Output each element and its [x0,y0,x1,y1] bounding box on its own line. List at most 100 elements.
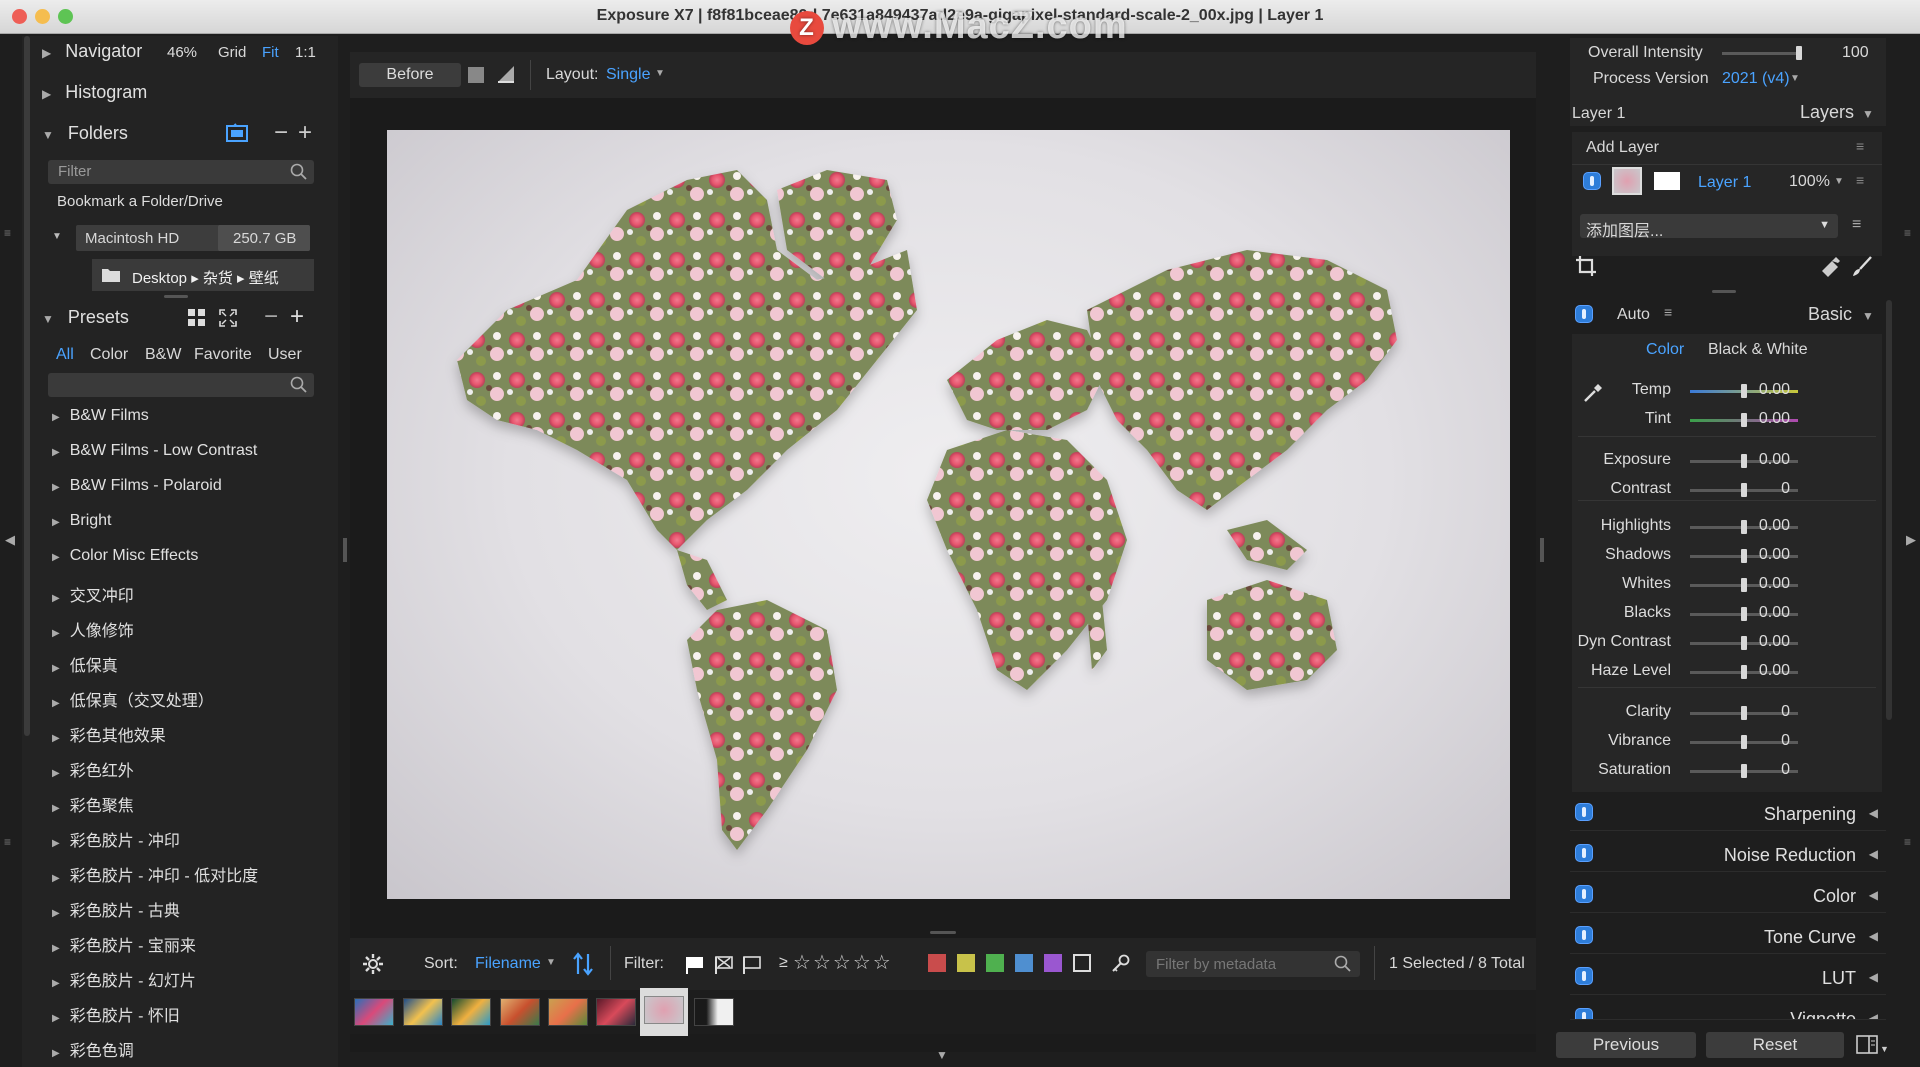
preset-item[interactable]: ▶ 低保真 [52,652,118,676]
star-rating-filter[interactable]: ☆ ☆ ☆ ☆ ☆ [793,950,891,975]
navigator-1to1-button[interactable]: 1:1 [295,44,316,61]
color-label-yellow[interactable] [957,954,975,972]
preset-item[interactable]: ▶ 彩色其他效果 [52,722,166,746]
layer-mask-thumbnail[interactable] [1654,172,1680,190]
color-section[interactable]: Color ◀ [1570,879,1886,913]
add-layer-select[interactable]: 添加图层... ▼ [1580,214,1838,240]
temp-value[interactable]: 0.00 [1730,381,1790,399]
process-version-dropdown[interactable]: 2021 (v4) [1722,70,1790,88]
star-icon[interactable]: ☆ [873,952,891,974]
auto-button[interactable]: Auto [1617,306,1650,324]
add-layer-label[interactable]: Add Layer [1586,139,1659,157]
preset-item[interactable]: ▶ Color Misc Effects [52,547,198,565]
preset-tab-bw[interactable]: B&W [145,346,181,364]
star-icon[interactable]: ☆ [833,952,851,974]
collapse-right-panel-icon[interactable]: ▶ [1906,532,1916,548]
panel-layout-icon[interactable] [1856,1035,1878,1055]
chevron-down-icon[interactable]: ▼ [1880,1044,1889,1054]
preset-item[interactable]: ▶ 彩色胶片 - 幻灯片 [52,967,196,991]
sharpening-enable-toggle[interactable] [1575,803,1593,821]
filmstrip-thumbnail[interactable] [451,998,491,1026]
preset-item[interactable]: ▶ Bright [52,512,112,530]
folders-header[interactable]: ▼ Folders [42,123,128,144]
before-button[interactable]: Before [359,63,461,87]
zoom-window-button[interactable] [58,9,73,24]
presets-header[interactable]: ▼ Presets [42,307,129,328]
dyn-contrast-value[interactable]: 0.00 [1730,633,1790,651]
layers-header[interactable]: Layers [1800,102,1854,123]
add-folder-icon[interactable] [226,123,250,145]
preset-tab-user[interactable]: User [268,346,302,364]
sharpening-section[interactable]: Sharpening ◀ [1570,797,1886,831]
star-icon[interactable]: ☆ [793,952,811,974]
layer-opacity[interactable]: 100% [1789,173,1830,191]
preset-item[interactable]: ▶ 交叉冲印 [52,582,134,606]
bookmark-folder-link[interactable]: Bookmark a Folder/Drive [57,193,223,210]
preset-item[interactable]: ▶ 彩色胶片 - 冲印 [52,827,180,851]
vignette-section[interactable]: Vignette ◀ [1570,1002,1886,1020]
filmstrip-thumbnail-selected[interactable] [644,996,684,1024]
left-grip-icon[interactable]: ≡ [4,835,11,849]
chevron-down-icon[interactable]: ▼ [936,1048,948,1062]
filmstrip-thumbnail[interactable] [403,998,443,1026]
preset-tab-favorite[interactable]: Favorite [194,346,252,364]
whites-value[interactable]: 0.00 [1730,575,1790,593]
preset-item[interactable]: ▶ 彩色胶片 - 怀旧 [52,1002,180,1026]
drive-row[interactable]: ▼ Macintosh HD 250.7 GB [48,223,314,253]
minimize-window-button[interactable] [35,9,50,24]
metadata-filter-input[interactable]: Filter by metadata [1146,951,1360,977]
preset-item[interactable]: ▶ 低保真（交叉处理） [52,687,214,711]
filmstrip-thumbnail[interactable] [500,998,540,1026]
preset-item[interactable]: ▶ 彩色红外 [52,757,134,781]
before-swatch-icon[interactable] [468,67,484,83]
tone-curve-enable-toggle[interactable] [1575,926,1593,944]
star-icon[interactable]: ☆ [813,952,831,974]
eraser-brush-icon[interactable] [1820,255,1842,277]
main-image[interactable] [387,130,1510,899]
rating-operator[interactable]: ≥ [779,954,788,972]
preset-item[interactable]: ▶ B&W Films [52,407,149,425]
highlights-value[interactable]: 0.00 [1730,517,1790,535]
chevron-down-icon[interactable]: ▼ [1862,309,1874,323]
layout-dropdown[interactable]: Single [606,66,650,84]
shadows-value[interactable]: 0.00 [1730,546,1790,564]
panel-resize-handle[interactable] [164,295,188,298]
layer-options-icon[interactable]: ≡ [1852,216,1861,234]
adjustments-scrollbar[interactable] [1886,300,1892,720]
left-panel-splitter[interactable] [343,538,347,562]
lut-section[interactable]: LUT ◀ [1570,961,1886,995]
right-grip-icon[interactable]: ≡ [1904,835,1911,849]
tone-curve-section[interactable]: Tone Curve ◀ [1570,920,1886,954]
vibrance-value[interactable]: 0 [1730,732,1790,750]
menu-icon[interactable]: ≡ [1856,138,1864,154]
mode-bw-tab[interactable]: Black & White [1708,341,1808,359]
remove-preset-icon[interactable]: − [264,303,278,331]
chevron-down-icon[interactable]: ▼ [1862,107,1874,121]
navigator-grid-button[interactable]: Grid [218,44,246,61]
preset-tab-all[interactable]: All [56,346,74,364]
preset-item[interactable]: ▶ 彩色聚焦 [52,792,134,816]
preset-item[interactable]: ▶ 彩色色调 [52,1037,134,1061]
right-panel-splitter[interactable] [1540,538,1544,562]
exposure-value[interactable]: 0.00 [1730,451,1790,469]
preset-item[interactable]: ▶ 彩色胶片 - 古典 [52,897,180,921]
sort-direction-icon[interactable] [572,952,594,976]
left-scrollbar[interactable] [24,36,30,736]
add-icon[interactable]: + [298,119,312,147]
color-label-red[interactable] [928,954,946,972]
right-grip-icon[interactable]: ≡ [1904,226,1911,240]
expand-icon[interactable] [219,309,237,327]
folder-filter-input[interactable]: Filter [48,160,314,184]
lut-enable-toggle[interactable] [1575,967,1593,985]
filmstrip-thumbnail[interactable] [354,998,394,1026]
panel-resize-handle[interactable] [1712,290,1736,293]
crop-icon[interactable] [1575,255,1597,277]
reset-button[interactable]: Reset [1706,1032,1844,1058]
preset-item[interactable]: ▶ B&W Films - Polaroid [52,477,222,495]
color-label-none[interactable] [1073,954,1091,972]
mode-color-tab[interactable]: Color [1646,341,1684,359]
filmstrip-thumbnail[interactable] [548,998,588,1026]
flag-reject-icon[interactable] [714,954,734,974]
vignette-enable-toggle[interactable] [1575,1008,1593,1019]
flag-pick-icon[interactable] [685,954,705,974]
